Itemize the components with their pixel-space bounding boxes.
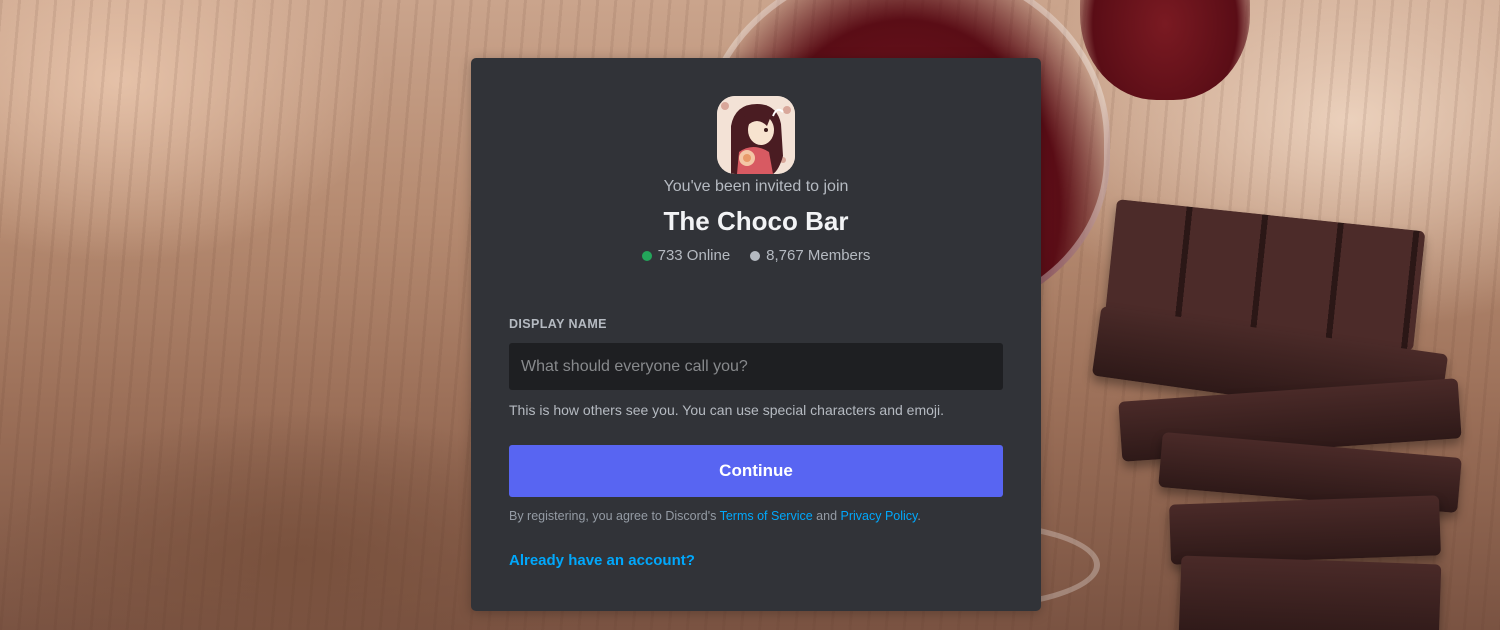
display-name-hint: This is how others see you. You can use … xyxy=(509,402,945,418)
chocolate-piece xyxy=(1169,495,1441,565)
member-count-label: 8,767 Members xyxy=(766,247,871,264)
member-count: 8,767 Members xyxy=(750,247,870,264)
terms-of-service-link[interactable]: Terms of Service xyxy=(720,509,813,523)
invite-intro: You've been invited to join xyxy=(663,178,849,195)
server-icon xyxy=(717,96,795,174)
server-avatar-image xyxy=(717,96,795,174)
legal-prefix: By registering, you agree to Discord's xyxy=(509,509,720,523)
chocolate-piece xyxy=(1178,555,1442,630)
online-dot-icon xyxy=(641,250,652,261)
legal-text: By registering, you agree to Discord's T… xyxy=(509,509,921,523)
server-stats: 733 Online 8,767 Members xyxy=(471,247,1041,264)
display-name-input[interactable] xyxy=(509,343,1003,390)
legal-and: and xyxy=(812,509,841,523)
online-count: 733 Online xyxy=(641,247,731,264)
display-name-label: DISPLAY NAME xyxy=(509,317,607,331)
server-name: The Choco Bar xyxy=(663,206,849,236)
continue-button[interactable]: Continue xyxy=(509,445,1003,497)
legal-suffix: . xyxy=(917,509,921,523)
members-dot-icon xyxy=(750,250,761,261)
invite-card: You've been invited to join The Choco Ba… xyxy=(471,58,1041,611)
online-count-label: 733 Online xyxy=(657,247,731,264)
privacy-policy-link[interactable]: Privacy Policy xyxy=(841,509,918,523)
login-link[interactable]: Already have an account? xyxy=(509,552,695,569)
